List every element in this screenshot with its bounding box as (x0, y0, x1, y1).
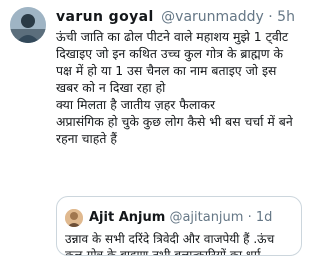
tweet-text-line: अप्रासंगिक हो चुके कुछ लोग कैसे भी बस चर… (56, 114, 293, 129)
quoted-text-line: उन्नाव के सभी दरिंदे त्रिवेदी और वाजपेयी… (65, 232, 275, 246)
tweet[interactable]: varun goyal @varunmaddy · 5h ऊंची जाति क… (0, 0, 302, 256)
tweet-text: ऊंची जाति का ढोल पीटने वाले महाशय मुझे 1… (56, 28, 294, 147)
tweet-text-line: ऊंची जाति का ढोल पीटने वाले महाशय मुझे 1… (56, 29, 289, 44)
quoted-tweet[interactable]: Ajit Anjum @ajitanjum · 1d उन्नाव के सभी… (56, 196, 302, 256)
quoted-tweet-timestamp[interactable]: 1d (256, 210, 273, 225)
separator-dot: · (268, 9, 273, 25)
quoted-author-name[interactable]: Ajit Anjum (89, 210, 165, 225)
author-avatar[interactable] (10, 7, 46, 43)
tweet-text-line: खबर को न दिखा रहा हो (56, 80, 166, 95)
quoted-tweet-header: Ajit Anjum @ajitanjum · 1d (89, 209, 299, 227)
quoted-text-line: कुल-गोत्र के ब्राह्मण.तभी बलात्कारियों क… (65, 248, 261, 256)
tweet-text-line: पक्ष में हो या 1 उस चैनल का नाम बताइए जो… (56, 63, 277, 78)
tweet-text-line: रहना चाहते हैं (56, 131, 117, 146)
quoted-author-avatar[interactable] (65, 209, 83, 227)
tweet-text-line: दिखाइए जो इन कथित उच्च कुल गोत्र के ब्रा… (56, 46, 284, 61)
separator-dot: · (247, 210, 252, 225)
tweet-text-line: क्या मिलता है जातीय ज़हर फैलाकर (56, 97, 216, 112)
quoted-author-handle[interactable]: @ajitanjum (169, 210, 243, 225)
tweet-timestamp[interactable]: 5h (277, 9, 295, 25)
tweet-header: varun goyal @varunmaddy · 5h (56, 8, 300, 26)
author-handle[interactable]: @varunmaddy (161, 9, 264, 25)
author-name[interactable]: varun goyal (56, 9, 154, 25)
